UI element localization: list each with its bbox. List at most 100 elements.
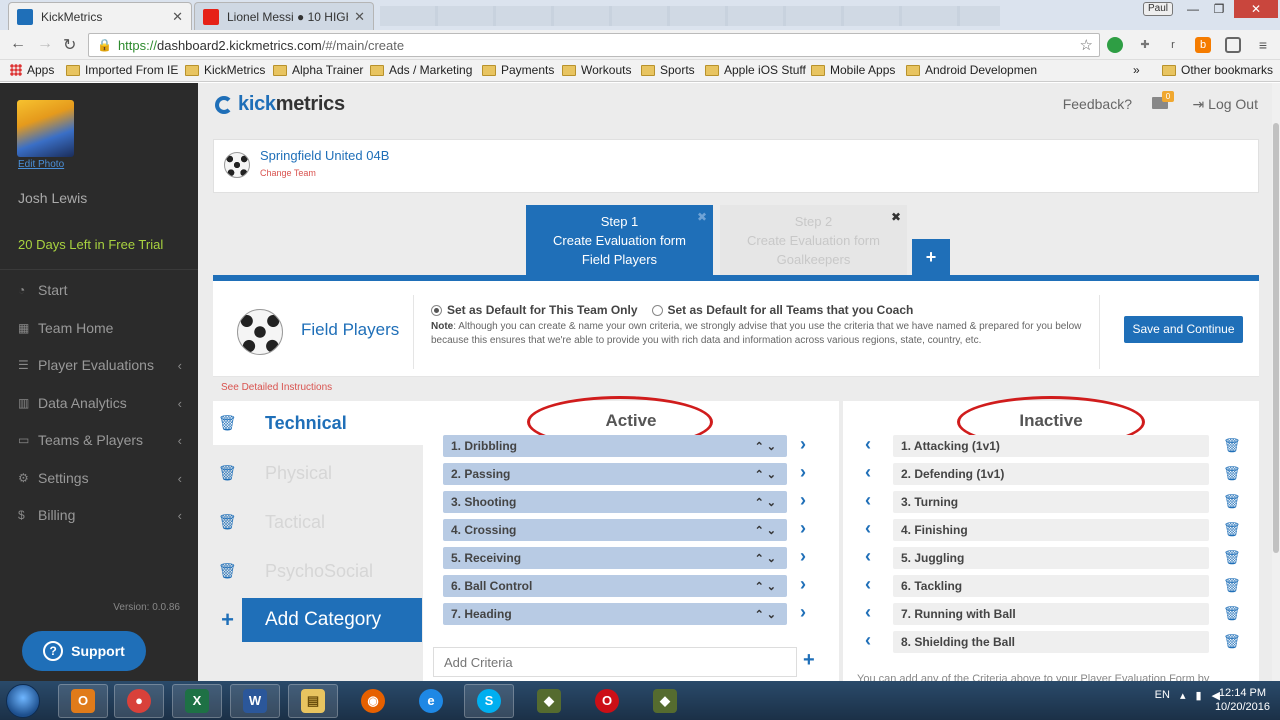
kickmetrics-logo[interactable]: kick metrics xyxy=(215,93,345,116)
start-button[interactable] xyxy=(6,684,40,718)
inactive-criterion[interactable]: 3. Turning xyxy=(893,491,1209,513)
tab-step-2[interactable]: ✖ Step 2 Create Evaluation form Goalkeep… xyxy=(720,205,907,275)
taskbar-word[interactable]: W xyxy=(230,684,280,718)
bookmark-apps[interactable]: Apps xyxy=(10,63,54,77)
taskbar-explorer[interactable]: ▤ xyxy=(288,684,338,718)
active-criterion[interactable]: 6. Ball Control ⌃⌄ xyxy=(443,575,787,597)
bookmark-folder[interactable]: Alpha Trainer xyxy=(273,63,363,77)
reload-icon[interactable]: ↻ xyxy=(63,35,76,55)
close-window-button[interactable]: ✕ xyxy=(1234,0,1278,18)
trash-icon[interactable]: 🗑 xyxy=(1223,493,1241,510)
active-criterion[interactable]: 4. Crossing ⌃⌄ xyxy=(443,519,787,541)
move-right-icon[interactable]: › xyxy=(800,434,806,455)
move-left-icon[interactable]: ‹ xyxy=(865,434,871,455)
extension-r-icon[interactable]: r xyxy=(1165,37,1181,53)
trash-icon[interactable]: 🗑 xyxy=(213,414,242,432)
move-right-icon[interactable]: › xyxy=(800,518,806,539)
page-scrollbar[interactable] xyxy=(1272,83,1280,681)
inactive-criterion[interactable]: 4. Finishing xyxy=(893,519,1209,541)
trash-icon[interactable]: 🗑 xyxy=(1223,577,1241,594)
taskbar-app-11[interactable]: ◆ xyxy=(640,684,690,718)
close-icon[interactable]: ✖ xyxy=(697,208,707,227)
reorder-icon[interactable]: ⌃⌄ xyxy=(755,608,779,621)
trash-icon[interactable]: 🗑 xyxy=(213,562,242,580)
reorder-icon[interactable]: ⌃⌄ xyxy=(755,496,779,509)
reorder-icon[interactable]: ⌃⌄ xyxy=(755,524,779,537)
bookmark-folder[interactable]: Payments xyxy=(482,63,554,77)
bookmark-folder[interactable]: Mobile Apps xyxy=(811,63,895,77)
forward-icon[interactable]: → xyxy=(37,35,53,53)
trash-icon[interactable]: 🗑 xyxy=(1223,633,1241,650)
add-step-button[interactable]: + xyxy=(912,239,950,275)
radio-team-only[interactable] xyxy=(431,304,442,316)
other-tabs[interactable] xyxy=(380,6,1000,26)
radio-team-only-label[interactable]: Set as Default for This Team Only xyxy=(447,303,638,317)
move-right-icon[interactable]: › xyxy=(800,574,806,595)
tray-expand-icon[interactable]: ▴ xyxy=(1180,689,1186,702)
extension-puzzle-icon[interactable]: ✚ xyxy=(1137,37,1153,53)
move-left-icon[interactable]: ‹ xyxy=(865,546,871,567)
bookmark-folder[interactable]: KickMetrics xyxy=(185,63,265,77)
extension-green-icon[interactable] xyxy=(1107,37,1123,53)
taskbar-excel[interactable]: X xyxy=(172,684,222,718)
browser-tab-kickmetrics[interactable]: KickMetrics ✕ xyxy=(8,2,192,30)
add-criteria-plus-icon[interactable]: + xyxy=(803,649,815,672)
category-tactical[interactable]: 🗑 Tactical xyxy=(213,500,423,544)
bookmark-folder[interactable]: Apple iOS Stuff xyxy=(705,63,806,77)
active-criterion[interactable]: 5. Receiving ⌃⌄ xyxy=(443,547,787,569)
taskbar-app-9[interactable]: ◆ xyxy=(524,684,574,718)
detailed-instructions-link[interactable]: See Detailed Instructions xyxy=(221,382,332,393)
inactive-criterion[interactable]: 8. Shielding the Ball xyxy=(893,631,1209,653)
move-left-icon[interactable]: ‹ xyxy=(865,490,871,511)
taskbar-chrome[interactable]: ● xyxy=(114,684,164,718)
scrollbar-thumb[interactable] xyxy=(1273,123,1279,553)
active-criterion[interactable]: 2. Passing ⌃⌄ xyxy=(443,463,787,485)
taskbar-firefox[interactable]: ◉ xyxy=(348,684,398,718)
menu-icon[interactable]: ≡ xyxy=(1255,37,1271,53)
nav-billing[interactable]: $ Billing ‹ xyxy=(0,500,198,530)
add-criteria-input[interactable] xyxy=(433,647,797,677)
move-right-icon[interactable]: › xyxy=(800,602,806,623)
category-technical[interactable]: 🗑 Technical xyxy=(213,401,423,445)
trash-icon[interactable]: 🗑 xyxy=(213,513,242,531)
cast-icon[interactable] xyxy=(1225,37,1241,53)
bookmark-folder[interactable]: Sports xyxy=(641,63,695,77)
avatar[interactable] xyxy=(17,100,74,157)
extension-b-icon[interactable]: b xyxy=(1195,37,1211,53)
url-input[interactable]: 🔒 https:// dashboard2.kickmetrics.com /#… xyxy=(88,33,1100,57)
move-left-icon[interactable]: ‹ xyxy=(865,462,871,483)
reorder-icon[interactable]: ⌃⌄ xyxy=(755,468,779,481)
tab-step-1[interactable]: ✖ Step 1 Create Evaluation form Field Pl… xyxy=(526,205,713,275)
edit-photo-link[interactable]: Edit Photo xyxy=(18,159,64,170)
taskbar-clock[interactable]: 12:14 PM 10/20/2016 xyxy=(1215,686,1270,714)
inactive-criterion[interactable]: 5. Juggling xyxy=(893,547,1209,569)
trash-icon[interactable]: 🗑 xyxy=(1223,549,1241,566)
feedback-link[interactable]: Feedback? xyxy=(1063,96,1132,112)
trash-icon[interactable]: 🗑 xyxy=(213,464,242,482)
add-category-button[interactable]: Add Category xyxy=(242,598,422,642)
taskbar-internet-explorer[interactable]: e xyxy=(406,684,456,718)
inactive-criterion[interactable]: 6. Tackling xyxy=(893,575,1209,597)
bookmarks-overflow[interactable]: » xyxy=(1133,63,1140,77)
active-criterion[interactable]: 1. Dribbling ⌃⌄ xyxy=(443,435,787,457)
move-left-icon[interactable]: ‹ xyxy=(865,518,871,539)
profile-badge[interactable]: Paul xyxy=(1143,2,1173,16)
other-bookmarks[interactable]: Other bookmarks xyxy=(1162,63,1273,77)
nav-team-home[interactable]: ▦ Team Home xyxy=(0,313,198,343)
taskbar-skype[interactable]: S xyxy=(464,684,514,718)
move-right-icon[interactable]: › xyxy=(800,546,806,567)
nav-start[interactable]: ◔ Start xyxy=(0,275,198,305)
browser-tab-youtube[interactable]: Lionel Messi ● 10 HIGH ✕ xyxy=(194,2,374,30)
move-right-icon[interactable]: › xyxy=(800,490,806,511)
network-icon[interactable]: ▮ xyxy=(1195,689,1201,702)
nav-settings[interactable]: ⚙ Settings ‹ xyxy=(0,463,198,493)
trash-icon[interactable]: 🗑 xyxy=(1223,465,1241,482)
move-left-icon[interactable]: ‹ xyxy=(865,574,871,595)
nav-teams-players[interactable]: ▭ Teams & Players ‹ xyxy=(0,425,198,455)
minimize-button[interactable]: — xyxy=(1180,0,1206,18)
close-tab-icon[interactable]: ✕ xyxy=(354,9,365,25)
restore-button[interactable]: ❐ xyxy=(1206,0,1232,18)
move-right-icon[interactable]: › xyxy=(800,462,806,483)
bookmark-folder[interactable]: Imported From IE xyxy=(66,63,178,77)
category-psychosocial[interactable]: 🗑 PsychoSocial xyxy=(213,549,423,593)
